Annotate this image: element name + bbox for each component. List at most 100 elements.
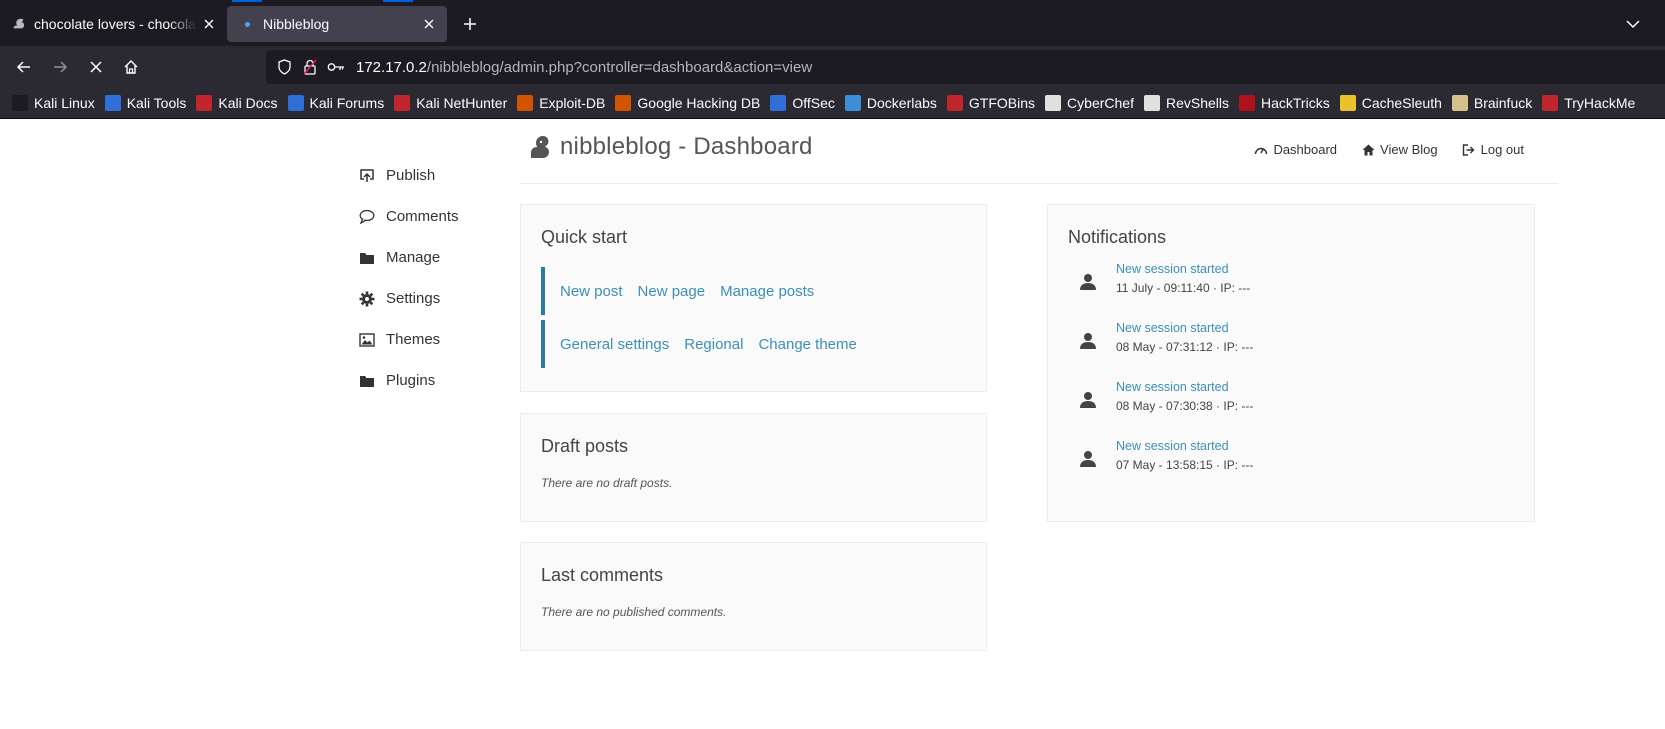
- sidebar-item-label: Comments: [386, 208, 459, 225]
- bookmark-label: RevShells: [1165, 95, 1229, 111]
- tab-chocolate-lovers[interactable]: chocolate lovers - chocolate lovers: [0, 6, 227, 42]
- new-page-link[interactable]: New page: [638, 283, 706, 300]
- bookmark-label: GTFOBins: [968, 95, 1036, 111]
- general-settings-link[interactable]: General settings: [560, 336, 669, 353]
- bookmark-item[interactable]: Google Hacking DB: [615, 95, 760, 111]
- bookmark-item[interactable]: Kali Docs: [196, 95, 278, 111]
- notification-date: 08 May - 07:31:12 · IP: ---: [1116, 340, 1254, 354]
- bookmark-label: Exploit-DB: [539, 95, 606, 111]
- bookmark-item[interactable]: OffSec: [770, 95, 835, 111]
- last-comments-panel: Last comments There are no published com…: [520, 542, 987, 651]
- publish-upload-icon: [358, 167, 376, 185]
- bookmark-item[interactable]: HackTricks: [1239, 95, 1330, 111]
- notification-item: New session started 08 May - 07:31:12 · …: [1078, 321, 1253, 369]
- bookmark-label: Dockerlabs: [866, 95, 937, 111]
- gear-icon: [358, 290, 376, 308]
- tryhackme-icon: [1542, 95, 1559, 111]
- back-button[interactable]: [10, 53, 38, 81]
- sidebar-item-manage[interactable]: Manage: [358, 237, 508, 278]
- manage-posts-link[interactable]: Manage posts: [720, 283, 814, 300]
- user-icon: [1078, 331, 1098, 351]
- sidebar-item-plugins[interactable]: Plugins: [358, 360, 508, 401]
- notification-date: 11 July - 09:11:40 · IP: ---: [1116, 281, 1251, 295]
- sidebar-item-comments[interactable]: Comments: [358, 196, 508, 237]
- bookmark-label: Kali NetHunter: [416, 95, 508, 111]
- dashboard-link[interactable]: Dashboard: [1254, 142, 1337, 157]
- quick-start-row: General settings Regional Change theme: [541, 320, 872, 368]
- bookmark-item[interactable]: CyberChef: [1045, 95, 1134, 111]
- bookmark-item[interactable]: Kali Forums: [287, 95, 384, 111]
- bookmark-label: OffSec: [792, 95, 835, 111]
- squirrel-logo-icon: [528, 134, 552, 160]
- sidebar-item-publish[interactable]: Publish: [358, 155, 508, 196]
- bookmark-label: TryHackMe: [1564, 95, 1636, 111]
- key-permission-icon[interactable]: [324, 55, 348, 79]
- quick-start-row: New post New page Manage posts: [541, 267, 829, 315]
- notification-item: New session started 07 May - 13:58:15 · …: [1078, 439, 1253, 487]
- notification-date: 07 May - 13:58:15 · IP: ---: [1116, 458, 1254, 472]
- kali-tools-icon: [104, 95, 121, 111]
- bookmark-item[interactable]: Exploit-DB: [517, 95, 605, 111]
- list-all-tabs-button[interactable]: [1619, 10, 1647, 38]
- sidebar-item-themes[interactable]: Themes: [358, 319, 508, 360]
- tab-nibbleblog[interactable]: Nibbleblog: [227, 6, 447, 42]
- view-blog-link[interactable]: View Blog: [1361, 142, 1438, 157]
- kali-docs-icon: [196, 95, 213, 111]
- site-logo[interactable]: nibbleblog - Dashboard: [528, 133, 813, 161]
- bookmark-item[interactable]: GTFOBins: [946, 95, 1036, 111]
- log-out-link[interactable]: Log out: [1462, 142, 1524, 157]
- draft-posts-panel: Draft posts There are no draft posts.: [520, 413, 987, 522]
- forward-button[interactable]: [46, 53, 74, 81]
- view-blog-link-label: View Blog: [1380, 142, 1438, 157]
- notification-title[interactable]: New session started: [1116, 262, 1250, 276]
- nethunter-icon: [394, 95, 411, 111]
- tab-title: chocolate lovers - chocolate lovers: [34, 16, 197, 32]
- quick-start-panel: Quick start New post New page Manage pos…: [520, 204, 987, 392]
- revshells-icon: [1143, 95, 1160, 111]
- change-theme-link[interactable]: Change theme: [758, 336, 856, 353]
- notification-title[interactable]: New session started: [1116, 321, 1253, 335]
- bookmark-item[interactable]: Dockerlabs: [844, 95, 937, 111]
- insecure-lock-icon[interactable]: [298, 55, 322, 79]
- comment-bubble-icon: [358, 208, 376, 226]
- top-navigation: Dashboard View Blog Log out: [1230, 142, 1524, 157]
- user-icon: [1078, 449, 1098, 469]
- home-button[interactable]: [117, 53, 145, 81]
- notifications-title: Notifications: [1068, 227, 1167, 247]
- page-title: nibbleblog - Dashboard: [560, 133, 813, 160]
- bookmark-item[interactable]: Kali Tools: [104, 95, 186, 111]
- close-tab-icon[interactable]: [417, 12, 441, 36]
- new-post-link[interactable]: New post: [560, 283, 623, 300]
- new-tab-button[interactable]: [456, 10, 484, 38]
- address-bar[interactable]: 172.17.0.2/nibbleblog/admin.php?controll…: [266, 50, 1665, 84]
- exploit-db-icon: [517, 95, 534, 111]
- bookmark-item[interactable]: Brainfuck: [1451, 95, 1532, 111]
- tracking-protection-shield-icon[interactable]: [272, 55, 296, 79]
- squirrel-favicon-icon: [10, 16, 26, 32]
- regional-link[interactable]: Regional: [684, 336, 743, 353]
- notification-title[interactable]: New session started: [1116, 380, 1253, 394]
- url-text[interactable]: 172.17.0.2/nibbleblog/admin.php?controll…: [356, 59, 812, 76]
- stop-loading-button[interactable]: [82, 53, 110, 81]
- close-tab-icon[interactable]: [197, 12, 221, 36]
- bookmark-label: Kali Docs: [218, 95, 278, 111]
- bookmark-item[interactable]: TryHackMe: [1542, 95, 1635, 111]
- notification-item: New session started 11 July - 09:11:40 ·…: [1078, 262, 1250, 310]
- bookmark-item[interactable]: CacheSleuth: [1339, 95, 1442, 111]
- sidebar-item-label: Publish: [386, 167, 436, 184]
- bookmark-item[interactable]: Kali NetHunter: [394, 95, 507, 111]
- page-content: nibbleblog - Dashboard Dashboard View Bl…: [0, 119, 1665, 729]
- draft-posts-title: Draft posts: [541, 436, 629, 456]
- folder-icon: [358, 372, 376, 390]
- bookmark-item[interactable]: RevShells: [1143, 95, 1229, 111]
- sidebar-item-label: Settings: [386, 290, 441, 307]
- notification-title[interactable]: New session started: [1116, 439, 1253, 453]
- quick-start-title: Quick start: [541, 227, 628, 247]
- user-icon: [1078, 390, 1098, 410]
- bookmark-item[interactable]: Kali Linux: [12, 95, 95, 111]
- gtfobins-icon: [946, 95, 963, 111]
- url-path: /nibbleblog/admin.php?controller=dashboa…: [426, 58, 813, 76]
- sidebar-item-settings[interactable]: Settings: [358, 278, 508, 319]
- notification-date: 08 May - 07:30:38 · IP: ---: [1116, 399, 1254, 413]
- notification-item: New session started 08 May - 07:30:38 · …: [1078, 380, 1253, 428]
